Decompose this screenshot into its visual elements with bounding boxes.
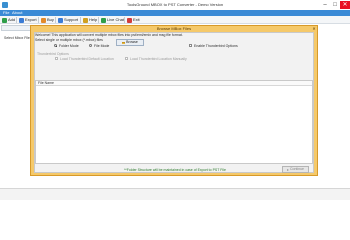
toolbar: Add Export Buy Support Help Live Chat Ex… <box>0 16 350 24</box>
thunderbird-default-label: Load Thunderbird Default Location <box>60 57 114 61</box>
file-name-column-header: File Name <box>38 81 54 85</box>
continue-label: Continue <box>289 167 304 171</box>
toolbar-divider <box>80 17 81 23</box>
title-bar: ToolsGround MBOX to PST Converter - Demo… <box>0 0 350 10</box>
folder-icon <box>122 41 126 44</box>
export-label: Export <box>25 17 37 22</box>
file-list[interactable]: File Name <box>35 80 313 164</box>
welcome-text: Welcome! This application will convert m… <box>35 33 183 37</box>
thunderbird-manual-label: Load Thunderbird Location Manually <box>130 57 187 61</box>
folder-mode-label: Folder Mode <box>59 44 79 48</box>
help-button[interactable]: Help <box>83 17 97 23</box>
minimize-button[interactable]: – <box>320 1 330 9</box>
toolbar-divider <box>38 17 39 23</box>
export-icon <box>19 17 24 23</box>
select-prompt: Select single or multiple mbox (*.mbox) … <box>35 38 103 42</box>
help-label: Help <box>89 17 98 22</box>
folder-mode-radio[interactable] <box>54 44 57 47</box>
maximize-button[interactable]: □ <box>330 1 340 9</box>
exit-icon <box>127 17 132 23</box>
toolbar-divider <box>98 17 99 23</box>
window-title: ToolsGround MBOX to PST Converter - Demo… <box>126 2 224 7</box>
toolbar-divider <box>16 17 17 23</box>
chat-icon <box>101 17 106 23</box>
buy-button[interactable]: Buy <box>41 17 54 23</box>
tree-tab-label: Select Mbox Files <box>4 36 32 40</box>
enable-thunderbird-label: Enable Thunderbird Options <box>194 44 238 48</box>
add-label: Add <box>8 17 16 22</box>
toolbar-divider <box>124 17 125 23</box>
cart-icon <box>41 17 46 23</box>
live-chat-label: Live Chat <box>107 17 124 22</box>
file-list-header[interactable]: File Name <box>36 81 312 86</box>
support-icon <box>58 17 63 23</box>
continue-button[interactable]: Continue <box>282 166 309 173</box>
exit-button[interactable]: Exit <box>127 17 140 23</box>
arrow-right-icon <box>286 168 289 171</box>
browse-label: Browse <box>126 40 138 44</box>
buy-label: Buy <box>47 17 54 22</box>
exit-label: Exit <box>133 17 140 22</box>
add-button[interactable]: Add <box>2 17 15 23</box>
add-icon <box>2 17 7 23</box>
dialog-close-icon[interactable]: ✕ <box>312 27 316 31</box>
enable-thunderbird-checkbox[interactable] <box>189 44 192 47</box>
support-label: Support <box>64 17 79 22</box>
browse-button[interactable]: Browse <box>116 39 144 46</box>
file-mode-radio[interactable] <box>89 44 92 47</box>
close-button[interactable]: ✕ <box>340 1 350 9</box>
thunderbird-manual-checkbox[interactable] <box>125 57 128 60</box>
thunderbird-options-label: Thunderbird Options <box>37 52 69 56</box>
export-button[interactable]: Export <box>19 17 37 23</box>
live-chat-button[interactable]: Live Chat <box>101 17 124 23</box>
help-icon <box>83 17 88 23</box>
status-bar <box>0 188 350 200</box>
file-mode-label: File Mode <box>94 44 110 48</box>
thunderbird-default-checkbox[interactable] <box>55 57 58 60</box>
toolbar-divider <box>55 17 56 23</box>
support-button[interactable]: Support <box>58 17 78 23</box>
